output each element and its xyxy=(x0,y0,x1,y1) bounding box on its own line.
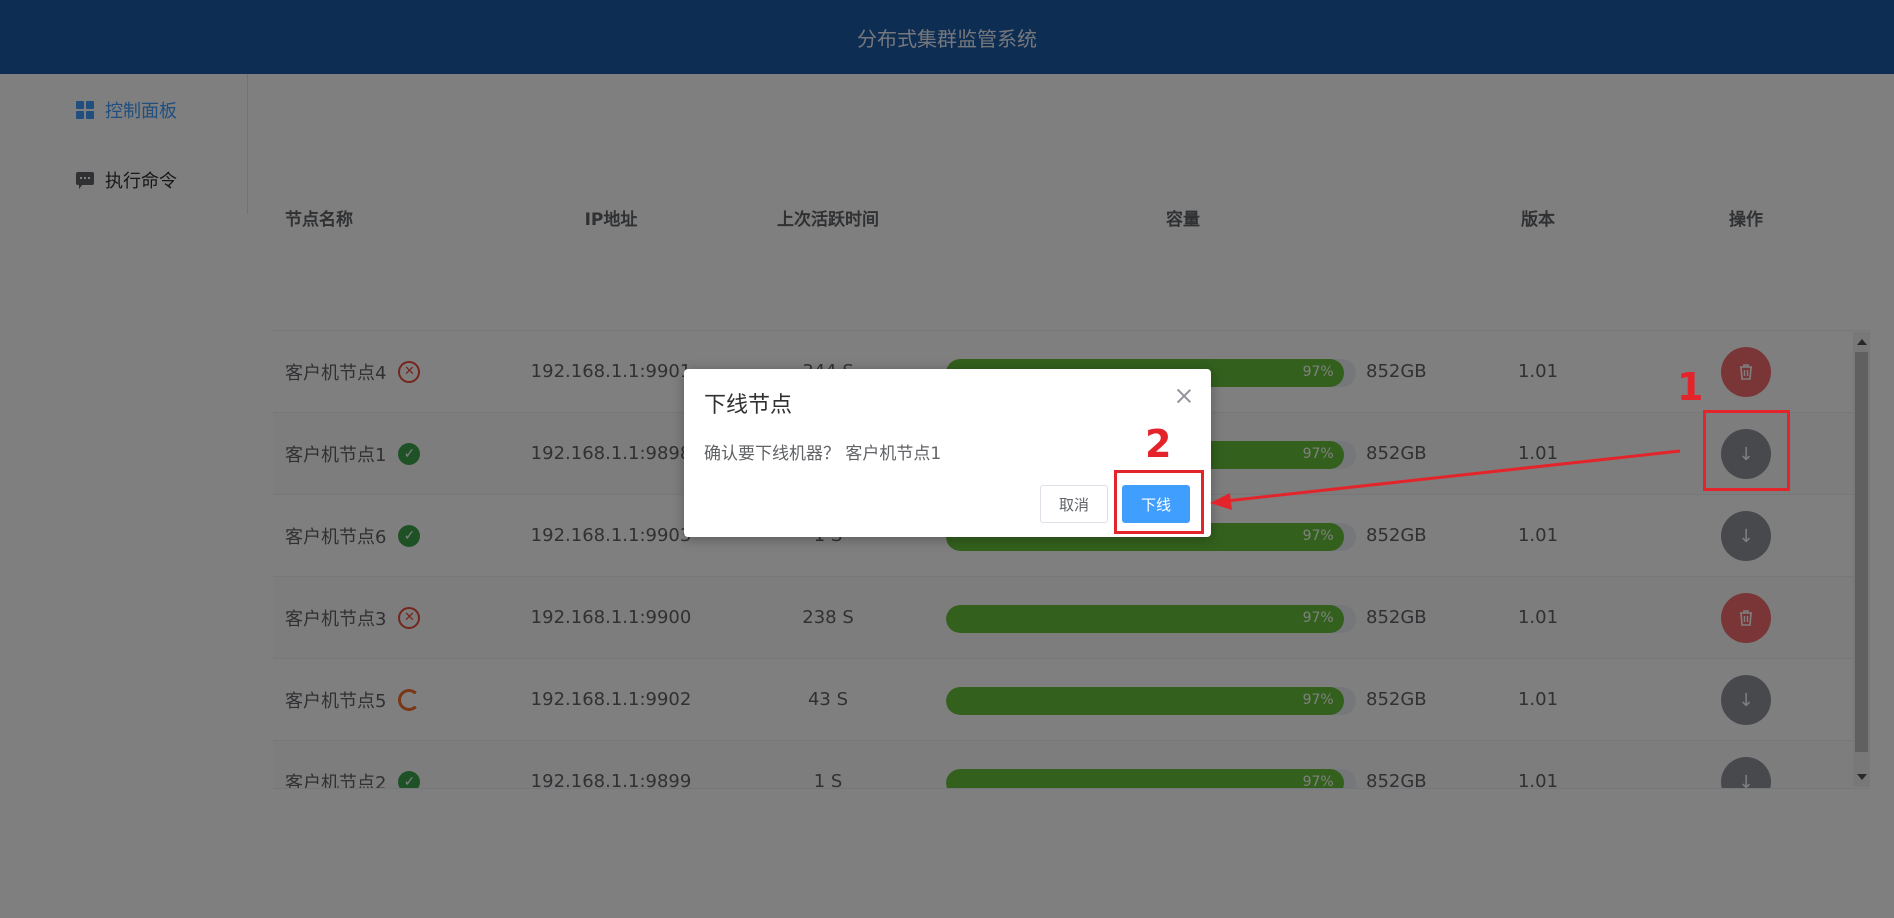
annotation-arrow xyxy=(1210,449,1681,510)
